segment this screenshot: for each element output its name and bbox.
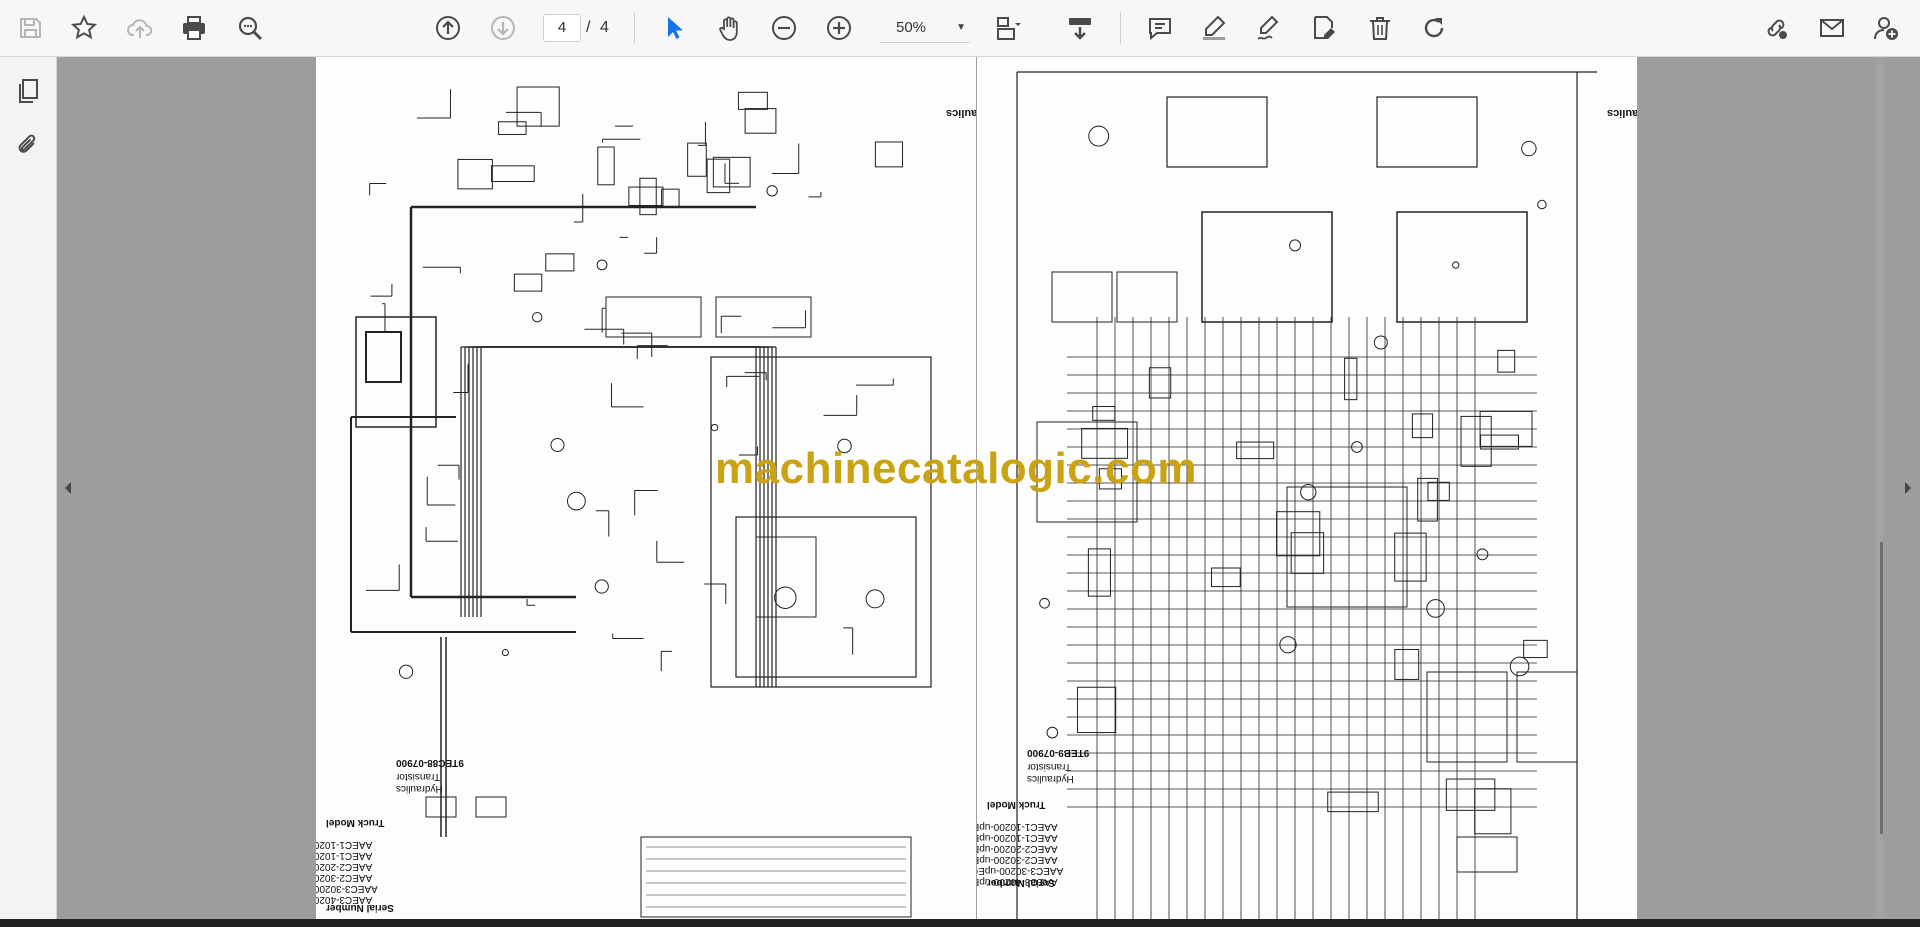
comment-icon[interactable] (1144, 12, 1176, 44)
page-up-icon[interactable] (432, 12, 464, 44)
diagram-subtitle: Transistor (396, 771, 441, 782)
page-number-input[interactable]: 4 (543, 14, 581, 42)
share-link-icon[interactable] (1760, 12, 1792, 44)
serial-number: AAEC3-40200 (316, 894, 373, 905)
serial-number: AAEC1-10200-up (979, 821, 1058, 832)
zoom-level-value: 50% (896, 19, 927, 36)
watermark-text: machinecatalogic.com (715, 444, 1197, 493)
sheet-header-fragment: tor Hydraulics (946, 107, 976, 119)
bookmark-star-icon[interactable] (68, 12, 100, 44)
serial-number: AAEC1-10200 (316, 839, 373, 850)
model-row: AAEC1-10200-upEC18N (977, 821, 1088, 832)
model-row: AAEC1-10200EC18N (316, 850, 402, 861)
page-down-icon[interactable] (487, 12, 519, 44)
model-row: AAEC3-30200-upEC25LN (977, 865, 1093, 876)
bottom-edge (0, 919, 1920, 927)
model-row: AAEC3-40200EC30N (316, 894, 402, 905)
left-sidebar (0, 57, 57, 927)
serial-number: AAEC2-20200-up (979, 843, 1058, 854)
delete-icon[interactable] (1364, 12, 1396, 44)
serial-number: AAEC1-10200-up (979, 832, 1058, 843)
rotate-icon[interactable] (1418, 12, 1450, 44)
select-cursor-icon[interactable] (658, 12, 690, 44)
model-row: AAEC2-20200-upEC20N (977, 843, 1088, 854)
save-icon[interactable] (14, 12, 46, 44)
divider (1120, 12, 1121, 44)
page-thumbnails-icon[interactable] (12, 75, 44, 107)
model-row: AAEC2-30200EC25N (316, 872, 402, 883)
email-icon[interactable] (1816, 12, 1848, 44)
truck-model: EC25LN (977, 865, 985, 876)
model-row: AAEC3-40200-upEC30N (977, 876, 1088, 887)
truck-model: EC18N (977, 832, 979, 843)
diagram-subtitle: Transistor (1027, 761, 1072, 772)
serial-number: AAEC3-40200-up (979, 876, 1058, 887)
diagram-title-code: 9TEB9-07900 (1027, 747, 1090, 758)
scroll-mode-icon[interactable] (1064, 12, 1096, 44)
truck-model-header: Truck Model (987, 799, 1046, 810)
zoom-out-icon[interactable] (768, 12, 800, 44)
truck-model: EC25N (977, 854, 979, 865)
model-row: AAEC2-30200-upEC25N (977, 854, 1088, 865)
print-icon[interactable] (178, 12, 210, 44)
draw-sign-icon[interactable] (1253, 12, 1285, 44)
diagram-subtitle-2: Hydraulics (1027, 773, 1074, 784)
collapse-left-panel-icon[interactable] (62, 480, 74, 496)
serial-number: AAEC3-30200-up (984, 865, 1064, 876)
serial-number: AAEC2-30200 (316, 872, 373, 883)
page-separator: / (586, 19, 591, 36)
hand-tool-icon[interactable] (714, 12, 746, 44)
divider (634, 12, 635, 44)
edit-pdf-icon[interactable] (1308, 12, 1340, 44)
truck-model: EC18N (977, 821, 979, 832)
page-fit-icon[interactable] (992, 12, 1024, 44)
model-row: AAEC2-20200EC20N (316, 861, 402, 872)
serial-number: AAEC2-20200 (316, 861, 373, 872)
chevron-down-icon: ▼ (956, 22, 966, 33)
serial-number: AAEC1-10200 (316, 850, 373, 861)
collapse-right-panel-icon[interactable] (1902, 480, 1914, 496)
add-user-icon[interactable] (1870, 12, 1902, 44)
model-row: AAEC3-30200EC25LN (316, 883, 408, 894)
zoom-in-icon[interactable] (823, 12, 855, 44)
diagram-title-code: 9TEC88-07900 (396, 757, 464, 768)
cloud-upload-icon[interactable] (124, 12, 156, 44)
diagram-subtitle-2: Hydraulics (396, 783, 443, 794)
truck-model: EC30N (977, 876, 979, 887)
serial-number: AAEC2-30200-up (979, 854, 1058, 865)
attachments-icon[interactable] (12, 129, 44, 161)
page-total: 4 (600, 19, 609, 36)
scrollbar-thumb[interactable] (1880, 542, 1883, 834)
zoom-search-icon[interactable] (234, 12, 266, 44)
top-toolbar: 4 / 4 50% ▼ (0, 0, 1920, 57)
highlight-pen-icon[interactable] (1198, 12, 1230, 44)
sheet-header-fragment: tor Hydraulics (1607, 107, 1637, 119)
model-row: AAEC1-10200EC18N (316, 839, 402, 850)
truck-model-header: Truck Model (326, 817, 385, 828)
serial-number: AAEC3-30200 (316, 883, 378, 894)
zoom-level-dropdown[interactable]: 50% ▼ (880, 14, 970, 43)
truck-model: EC20N (977, 843, 979, 854)
model-row: AAEC1-10200-upEC18N (977, 832, 1088, 843)
